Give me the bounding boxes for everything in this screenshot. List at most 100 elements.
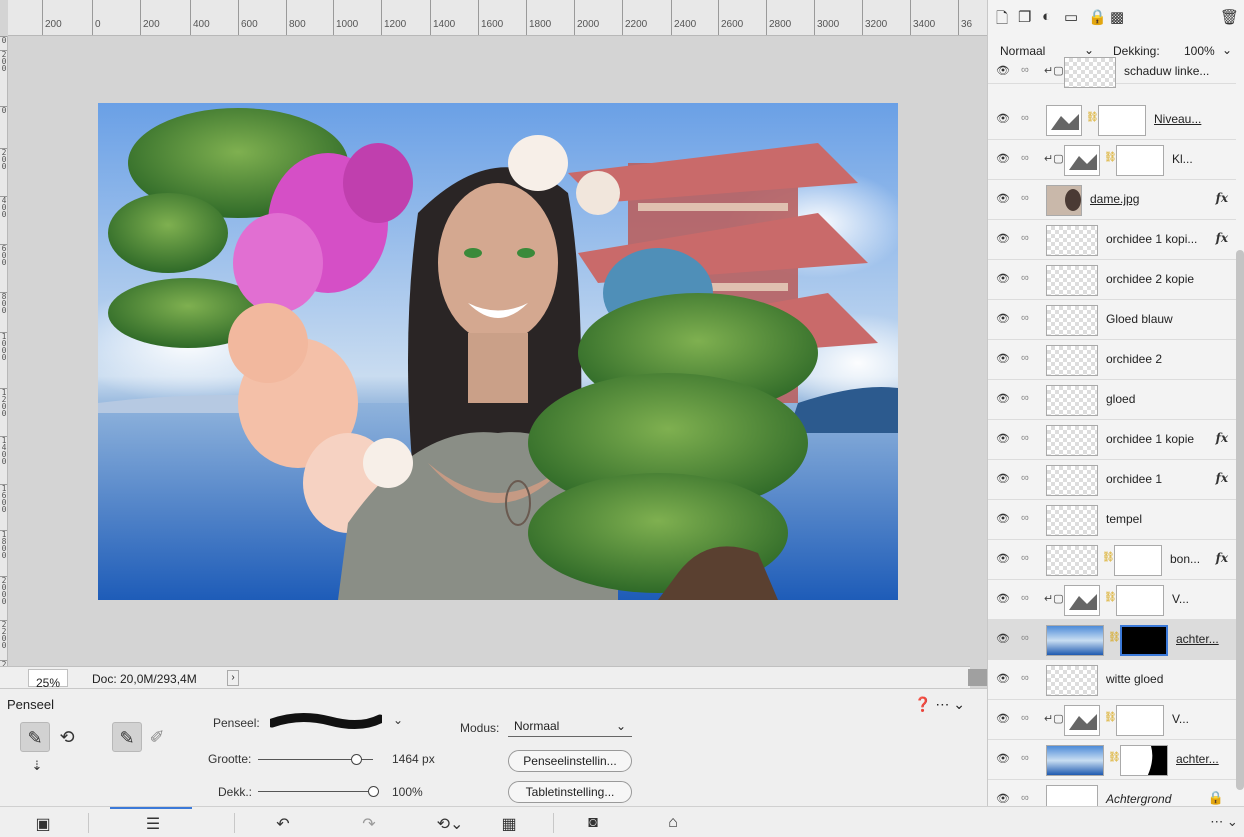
eye-icon[interactable]: 👁 [996, 112, 1010, 125]
layer-row[interactable]: 👁 ∞ orchidee 1 fx [988, 460, 1236, 500]
link-icon[interactable]: ∞ [1021, 792, 1029, 804]
effects-icon[interactable]: fx [1216, 471, 1228, 485]
image-icon[interactable]: ▣ [28, 814, 58, 834]
layer-name[interactable]: achter... [1176, 752, 1219, 766]
scrollbar-corner[interactable] [968, 669, 987, 686]
undo-icon[interactable]: ↶ [268, 814, 298, 834]
trash-icon[interactable]: 🗑 [1220, 8, 1239, 26]
layer-name[interactable]: witte gloed [1106, 672, 1163, 686]
eye-icon[interactable]: 👁 [996, 352, 1010, 365]
layer-thumbnail[interactable] [1064, 57, 1116, 88]
layer-mask-thumbnail[interactable] [1098, 105, 1146, 136]
layer-name[interactable]: V... [1172, 592, 1189, 606]
layer-thumbnail[interactable] [1046, 385, 1098, 416]
layer-name[interactable]: orchidee 1 [1106, 472, 1162, 486]
lock-icon[interactable]: 🔒 [1208, 790, 1224, 806]
layer-row[interactable]: 👁 ∞ orchidee 2 [988, 340, 1236, 380]
layer-thumbnail[interactable] [1046, 105, 1082, 136]
link-icon[interactable]: ∞ [1021, 752, 1029, 764]
duplicate-icon[interactable]: ❐ [1018, 8, 1031, 26]
mask-link-icon[interactable]: ⛓ [1104, 152, 1117, 163]
mask-link-icon[interactable]: ⛓ [1104, 712, 1117, 723]
mask-link-icon[interactable]: ⛓ [1086, 112, 1099, 123]
mask-link-icon[interactable]: ⛓ [1108, 752, 1121, 763]
size-slider-knob[interactable] [351, 754, 362, 765]
layer-thumbnail[interactable] [1046, 465, 1098, 496]
layer-thumbnail[interactable] [1046, 425, 1098, 456]
layer-row[interactable]: 👁 ∞ tempel [988, 500, 1236, 540]
redo-icon[interactable]: ↷ [354, 814, 384, 834]
link-icon[interactable]: ∞ [1021, 632, 1029, 644]
layer-row[interactable]: 👁 ∞ ↵▢ ⛓ V... [988, 700, 1236, 740]
lock-transparency-icon[interactable]: ▩ [1110, 8, 1124, 26]
layer-name[interactable]: dame.jpg [1090, 192, 1139, 206]
layer-thumbnail[interactable] [1046, 505, 1098, 536]
more-icon[interactable]: ⋯ ⌄ [1206, 814, 1242, 830]
layer-name[interactable]: Niveau... [1154, 112, 1201, 126]
layer-thumbnail[interactable] [1064, 585, 1100, 616]
layer-name[interactable]: orchidee 2 kopie [1106, 272, 1194, 286]
link-icon[interactable]: ∞ [1021, 312, 1029, 324]
link-icon[interactable]: ∞ [1021, 352, 1029, 364]
layer-name[interactable]: schaduw linke... [1124, 64, 1209, 78]
opacity-value[interactable]: 100% [392, 785, 423, 799]
layer-thumbnail[interactable] [1046, 345, 1098, 376]
brush-mode-icon[interactable]: ✎ [112, 722, 142, 752]
layer-thumbnail[interactable] [1046, 265, 1098, 296]
layer-name[interactable]: achter... [1176, 632, 1219, 646]
layer-mask-thumbnail[interactable] [1120, 625, 1168, 656]
link-icon[interactable]: ∞ [1021, 152, 1029, 164]
layer-name[interactable]: orchidee 2 [1106, 352, 1162, 366]
link-icon[interactable]: ∞ [1021, 272, 1029, 284]
status-menu-arrow[interactable]: › [227, 670, 239, 686]
layer-name[interactable]: Kl... [1172, 152, 1193, 166]
eye-icon[interactable]: 👁 [996, 712, 1010, 725]
layer-thumbnail[interactable] [1046, 545, 1098, 576]
brush-picker-chevron-icon[interactable]: ⌄ [393, 713, 403, 727]
eye-icon[interactable]: 👁 [996, 232, 1010, 245]
link-icon[interactable]: ∞ [1021, 712, 1029, 724]
layer-mask-thumbnail[interactable] [1116, 585, 1164, 616]
link-icon[interactable]: ∞ [1021, 192, 1029, 204]
brush-stroke-preview[interactable] [270, 711, 382, 733]
link-icon[interactable]: ∞ [1021, 552, 1029, 564]
link-icon[interactable]: ∞ [1021, 592, 1029, 604]
brush-settings-button[interactable]: Penseelinstellin... [508, 750, 632, 772]
eye-icon[interactable]: 👁 [996, 792, 1010, 805]
layer-row[interactable]: 👁 ∞ orchidee 2 kopie [988, 260, 1236, 300]
layer-name[interactable]: tempel [1106, 512, 1142, 526]
lock-icon[interactable]: 🔒 [1088, 8, 1107, 26]
layer-name[interactable]: orchidee 1 kopie [1106, 432, 1194, 446]
layer-mask-thumbnail[interactable] [1116, 705, 1164, 736]
adjustment-icon[interactable]: ◐ [1042, 8, 1051, 25]
layer-name[interactable]: Achtergrond [1106, 792, 1171, 806]
layer-thumbnail[interactable] [1046, 225, 1098, 256]
eye-icon[interactable]: 👁 [996, 432, 1010, 445]
layer-name[interactable]: V... [1172, 712, 1189, 726]
layer-row[interactable]: 👁 ∞ dame.jpg fx [988, 180, 1236, 220]
new-layer-icon[interactable]: 🗋 [996, 8, 1008, 33]
layer-row[interactable]: 👁 ∞ ⛓ Niveau... [988, 100, 1236, 140]
mask-link-icon[interactable]: ⛓ [1108, 632, 1121, 643]
mask-link-icon[interactable]: ⛓ [1104, 592, 1117, 603]
mask-icon[interactable]: ▭ [1064, 8, 1078, 26]
eye-icon[interactable]: 👁 [996, 752, 1010, 765]
brush-variant-icon[interactable]: ⟲ [52, 722, 82, 752]
layer-row[interactable]: 👁 ∞ ↵▢ schaduw linke... [988, 52, 1236, 88]
effects-icon[interactable]: fx [1216, 231, 1228, 245]
eye-icon[interactable]: 👁 [996, 192, 1010, 205]
eye-icon[interactable]: 👁 [996, 592, 1010, 605]
brush-tool-icon[interactable]: ✎ [20, 722, 50, 752]
link-icon[interactable]: ∞ [1021, 392, 1029, 404]
layer-thumbnail[interactable] [1046, 305, 1098, 336]
mode-select[interactable]: Normaal ⌄ [508, 717, 632, 737]
link-icon[interactable]: ∞ [1021, 512, 1029, 524]
eye-icon[interactable]: 👁 [996, 392, 1010, 405]
link-icon[interactable]: ∞ [1021, 672, 1029, 684]
eye-icon[interactable]: 👁 [996, 512, 1010, 525]
layer-row[interactable]: 👁 ∞ Gloed blauw [988, 300, 1236, 340]
opacity-slider[interactable] [258, 791, 373, 792]
eye-icon[interactable]: 👁 [996, 552, 1010, 565]
layer-mask-thumbnail[interactable] [1114, 545, 1162, 576]
history-icon[interactable]: ⟲⌄ [428, 814, 472, 834]
